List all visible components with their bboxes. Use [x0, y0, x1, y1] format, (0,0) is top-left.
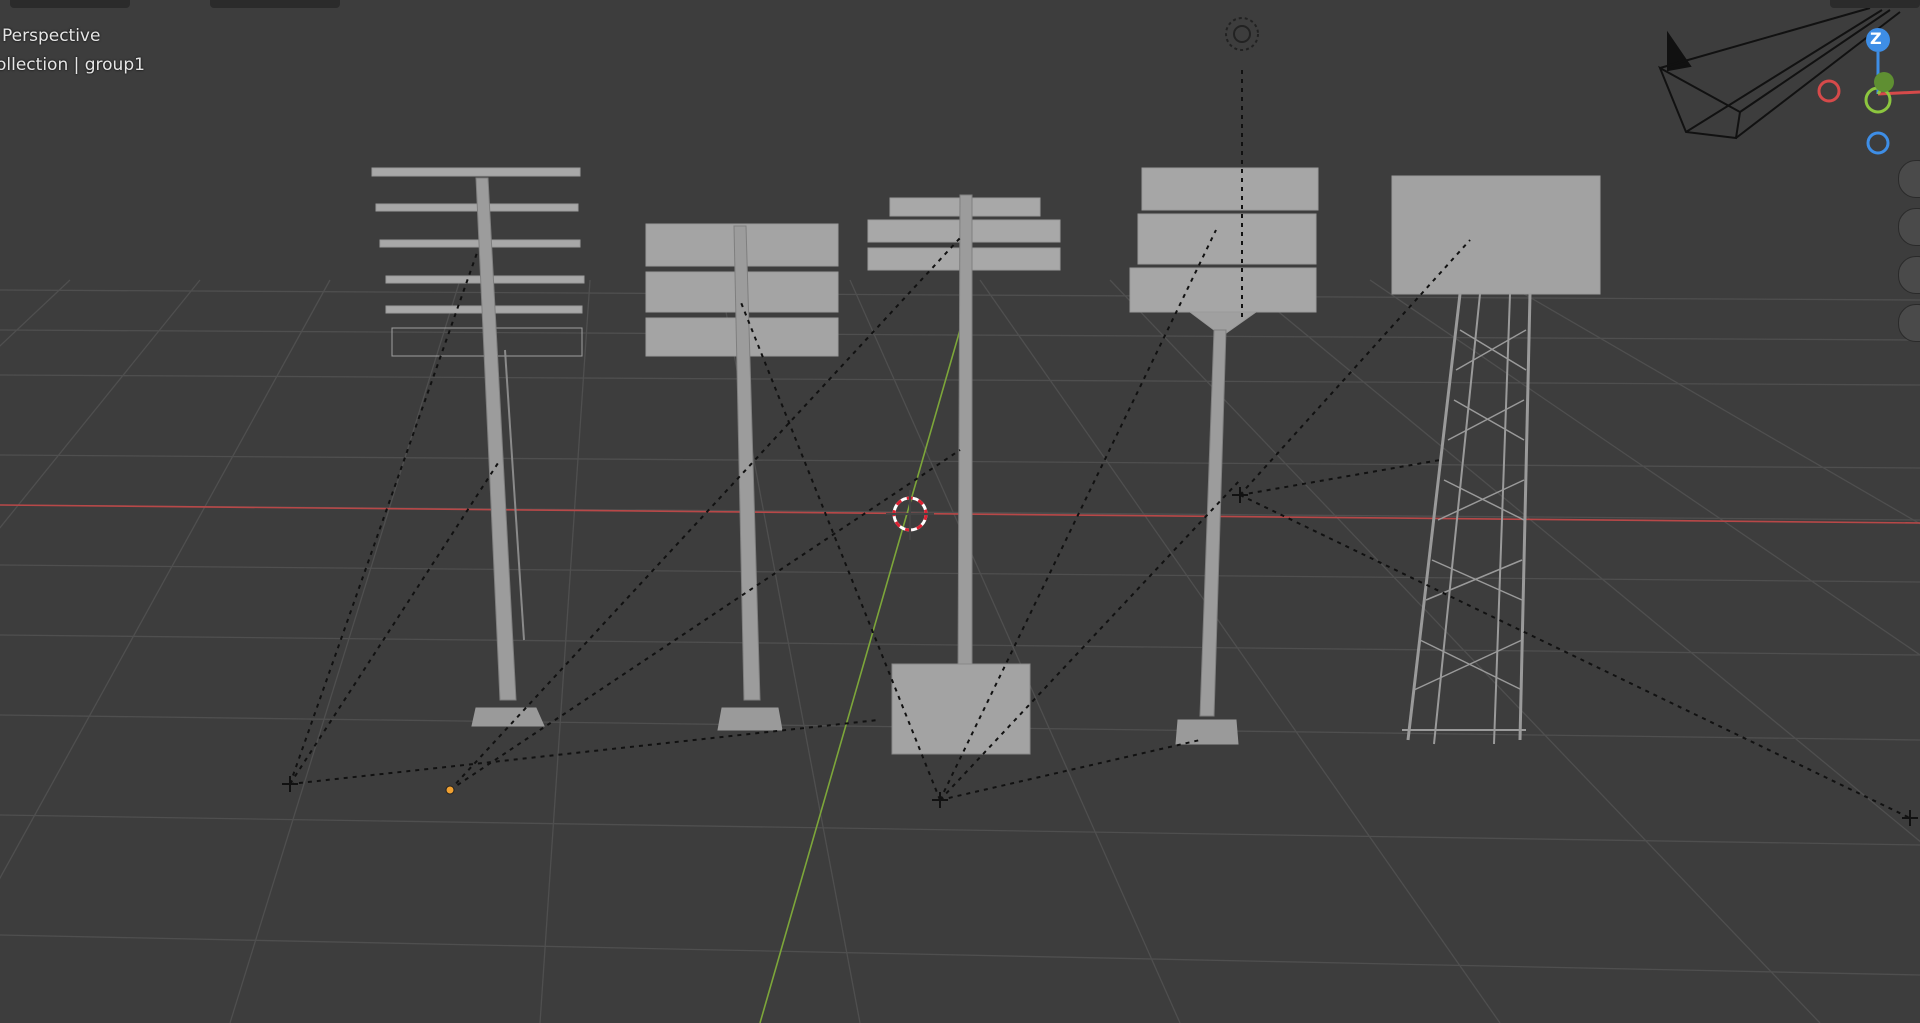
collection-label: ollection | group1 [0, 55, 145, 75]
light-tower-5[interactable] [1391, 175, 1601, 745]
gizmo-z-label: Z [1870, 29, 1882, 48]
ortho-grid-icon [1905, 313, 1917, 327]
light-tower-3[interactable] [867, 194, 1061, 755]
light-tower-1[interactable] [371, 167, 585, 727]
light-helper-lines [289, 70, 1911, 819]
light-object-markers[interactable] [282, 17, 1918, 826]
viewport-scene[interactable] [0, 0, 1920, 1023]
camera-object[interactable] [1658, 7, 1901, 140]
zoom-icon [1905, 169, 1917, 183]
3d-viewport[interactable]: Perspective ollection | group1 Z [0, 0, 1920, 1023]
view-mode-label: Perspective [2, 26, 101, 46]
header-tab-left[interactable] [10, 0, 130, 8]
hand-pan-icon [1905, 217, 1917, 231]
light-tower-2[interactable] [645, 223, 839, 731]
3d-cursor[interactable] [886, 490, 934, 540]
camera-icon [1905, 265, 1917, 279]
light-tower-4[interactable] [1129, 167, 1319, 745]
header-tab-middle[interactable] [210, 0, 340, 8]
header-tab-right[interactable] [1830, 0, 1920, 8]
